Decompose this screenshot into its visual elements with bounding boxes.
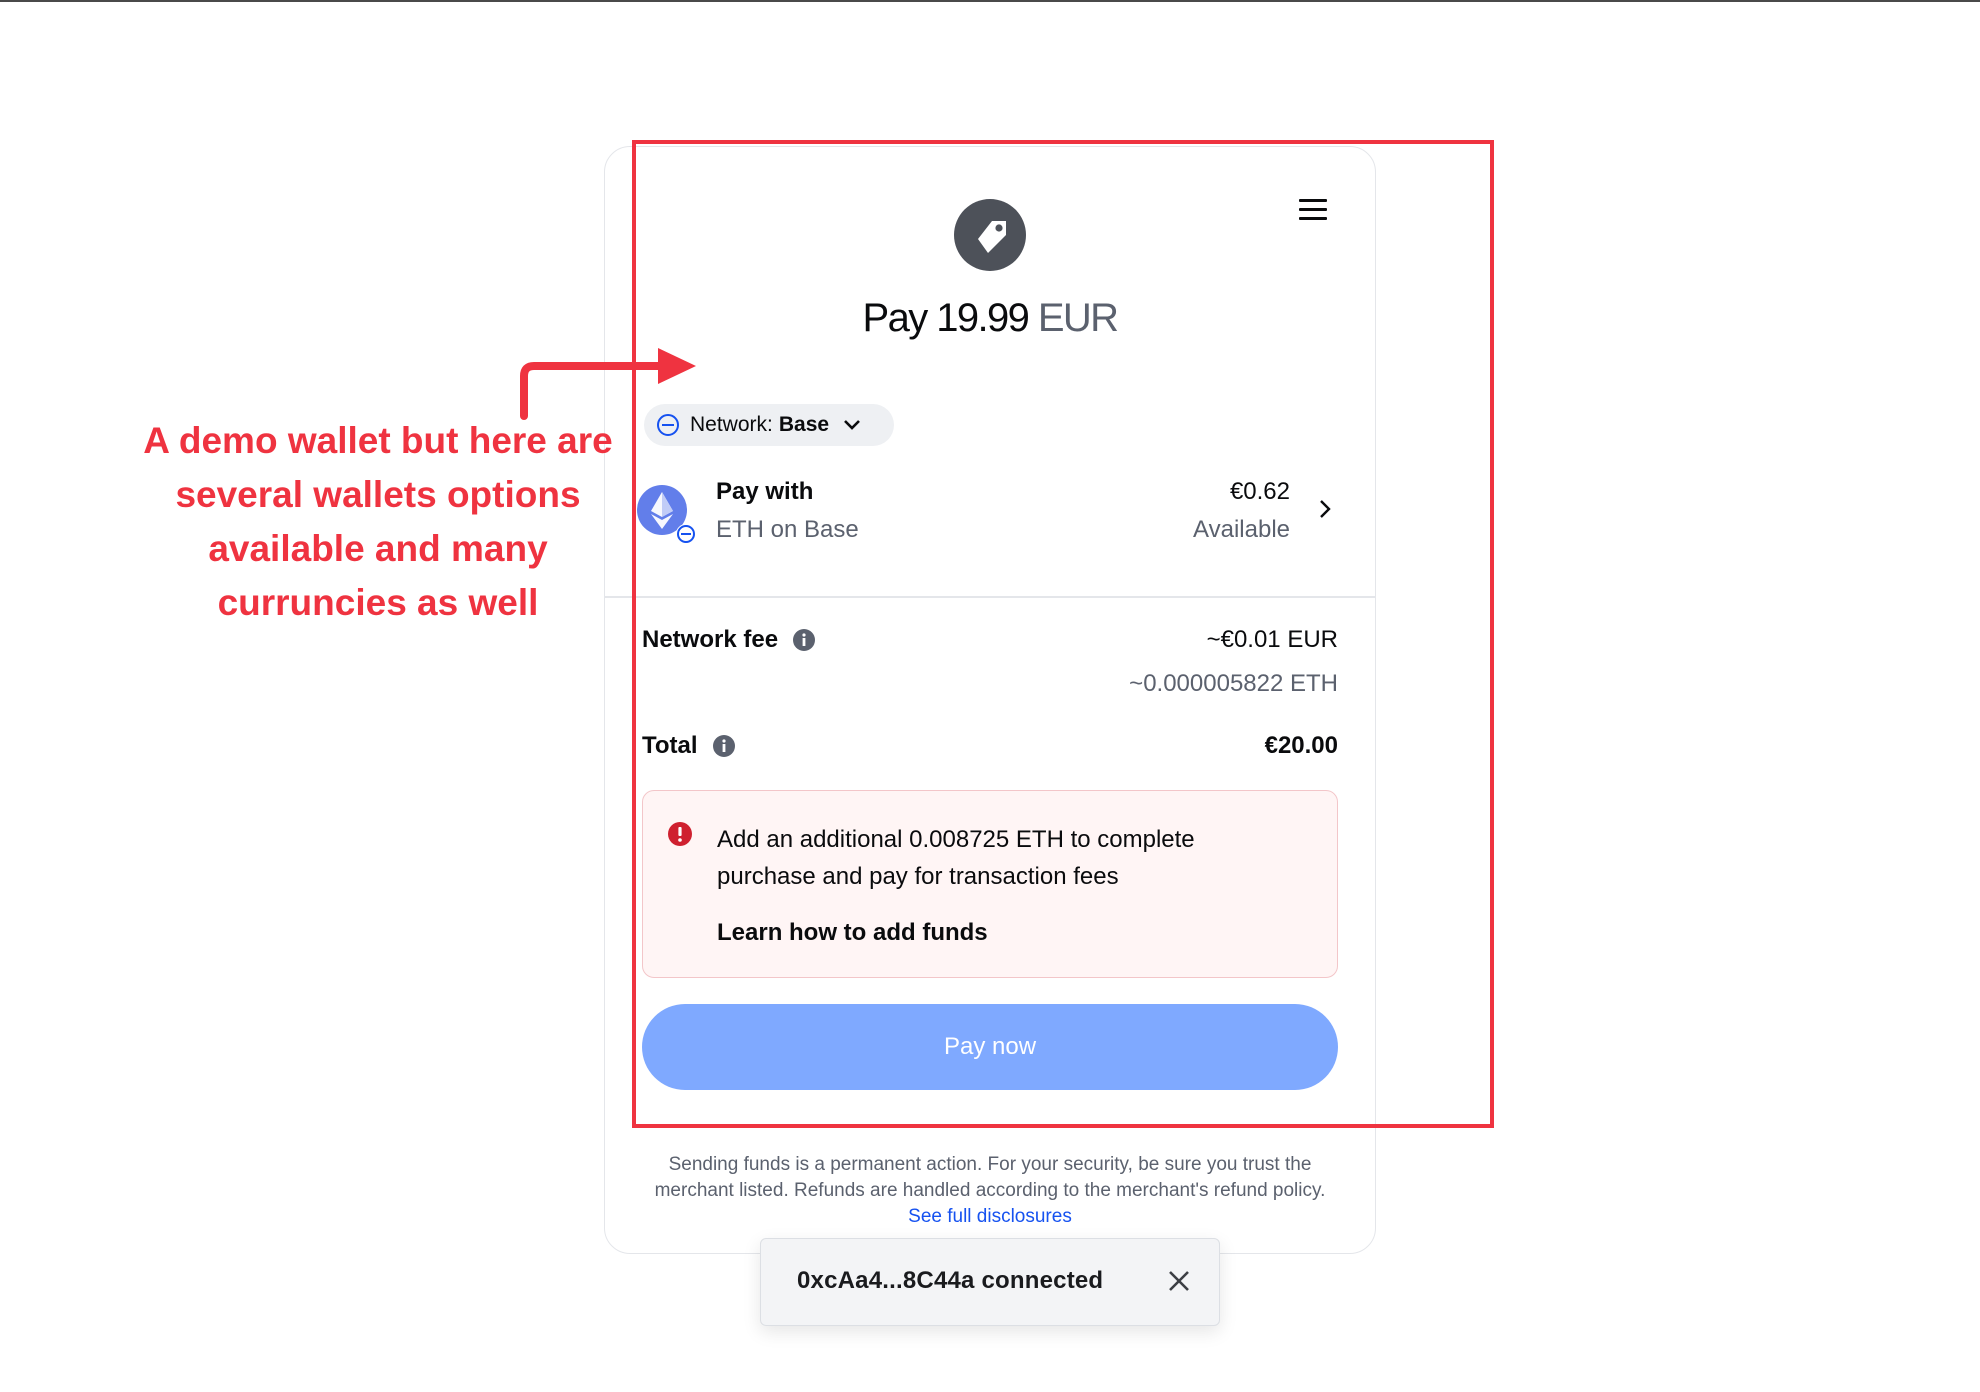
annotation-arrow-icon	[520, 348, 696, 420]
network-fee-row: Network fee	[642, 626, 816, 654]
learn-add-funds-link[interactable]: Learn how to add funds	[717, 919, 988, 947]
title-prefix: Pay	[862, 296, 929, 340]
section-divider	[604, 596, 1376, 598]
page-title: Pay 19.99 EUR	[604, 296, 1376, 341]
chevron-right-icon	[1320, 500, 1331, 518]
available-balance: €0.62	[1229, 478, 1290, 505]
chevron-down-icon	[844, 420, 860, 430]
insufficient-funds-alert: Add an additional 0.008725 ETH to comple…	[642, 790, 1338, 978]
network-fee-label: Network fee	[642, 626, 779, 653]
full-disclosures-link[interactable]: See full disclosures	[908, 1206, 1072, 1227]
pay-with-selector[interactable]: Pay with ETH on Base €0.62 Available	[636, 470, 1340, 552]
total-value: €20.00	[1264, 732, 1338, 759]
ethereum-icon	[637, 485, 696, 544]
disclosure-text: Sending funds is a permanent action. For…	[640, 1152, 1340, 1230]
price-tag-icon	[954, 199, 1026, 271]
network-fee-eth: ~0.000005822 ETH	[1129, 670, 1338, 697]
currency: EUR	[1037, 296, 1119, 340]
annotation-text: A demo wallet but here are several walle…	[143, 420, 613, 623]
pay-with-label: Pay with	[716, 478, 814, 505]
network-fee-value: ~€0.01 EUR	[1206, 626, 1338, 653]
available-label: Available	[1193, 516, 1290, 543]
top-border-line	[0, 0, 1980, 2]
close-icon[interactable]	[1167, 1269, 1191, 1293]
network-value: Base	[778, 413, 830, 436]
hamburger-menu-icon[interactable]	[1296, 195, 1330, 225]
pay-with-asset: ETH on Base	[716, 516, 859, 543]
total-row: Total	[642, 732, 736, 760]
alert-message: Add an additional 0.008725 ETH to comple…	[717, 826, 1195, 890]
info-icon[interactable]	[712, 734, 736, 758]
disclosure-body: Sending funds is a permanent action. For…	[654, 1154, 1326, 1201]
wallet-connected-toast: 0xcAa4...8C44a connected	[760, 1238, 1220, 1326]
amount: 19.99	[936, 296, 1030, 340]
pay-now-button[interactable]: Pay now	[642, 1004, 1338, 1090]
network-label: Network:	[690, 413, 773, 436]
toast-message: 0xcAa4...8C44a connected	[797, 1267, 1104, 1294]
info-icon[interactable]	[792, 628, 816, 652]
total-label: Total	[642, 732, 698, 759]
error-icon	[668, 822, 692, 846]
